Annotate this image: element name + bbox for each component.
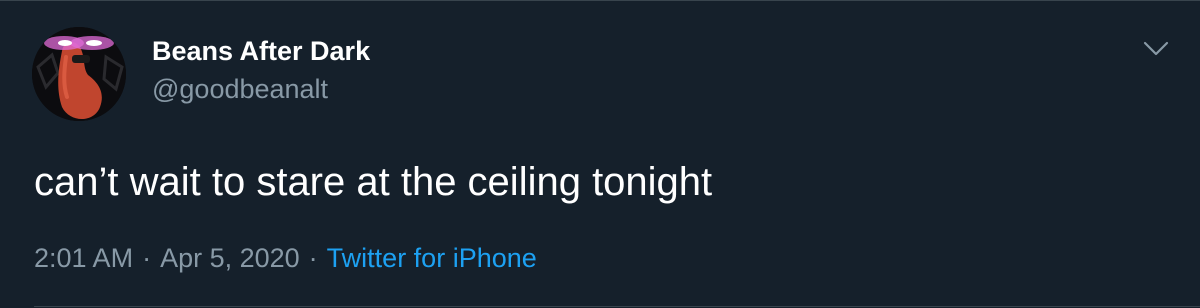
chevron-down-icon — [1143, 41, 1169, 56]
meta-separator: · — [308, 243, 318, 273]
tweet-menu-button[interactable] — [1138, 31, 1174, 67]
tweet-date[interactable]: Apr 5, 2020 — [160, 243, 300, 273]
bean-avatar-icon — [32, 27, 126, 121]
divider — [34, 306, 1200, 307]
meta-separator: · — [142, 243, 152, 273]
avatar[interactable] — [32, 27, 126, 121]
user-handle[interactable]: @goodbeanalt — [152, 72, 328, 106]
tweet-time[interactable]: 2:01 AM — [34, 243, 133, 273]
tweet-card: Beans After Dark @goodbeanalt can’t wait… — [0, 0, 1200, 308]
display-name[interactable]: Beans After Dark — [152, 34, 370, 68]
tweet-text: can’t wait to stare at the ceiling tonig… — [34, 160, 713, 204]
tweet-source-link[interactable]: Twitter for iPhone — [327, 243, 537, 273]
tweet-metadata: 2:01 AM · Apr 5, 2020 · Twitter for iPhone — [34, 241, 537, 275]
